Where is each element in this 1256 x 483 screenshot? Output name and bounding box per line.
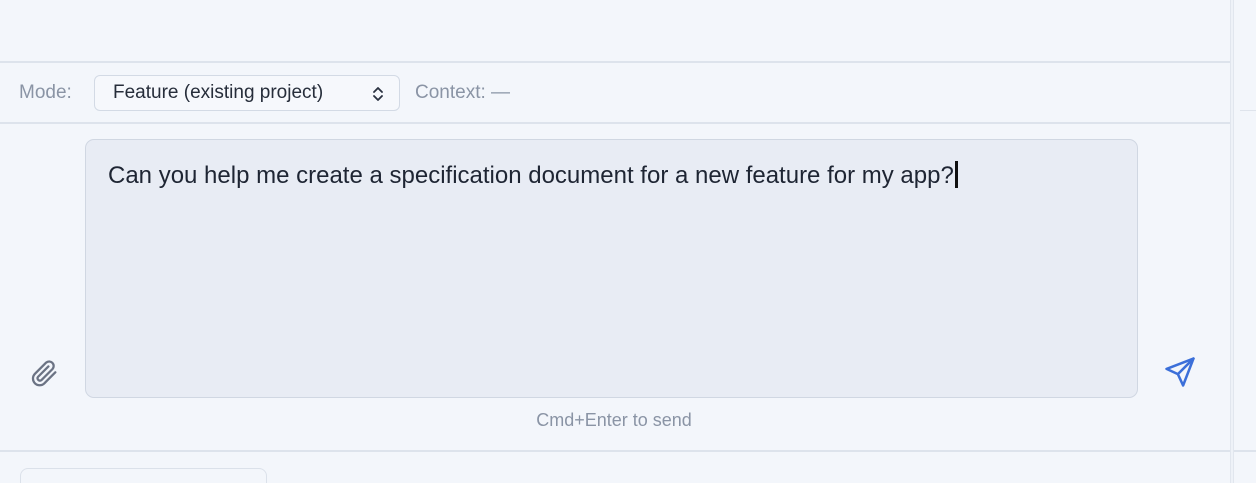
send-icon xyxy=(1165,357,1195,387)
divider-top xyxy=(0,61,1230,63)
attach-button[interactable] xyxy=(28,357,60,389)
bottom-panel-tab[interactable] xyxy=(20,468,267,483)
send-button[interactable] xyxy=(1162,355,1198,389)
text-caret xyxy=(954,161,958,188)
message-text: Can you help me create a specification d… xyxy=(108,162,954,189)
chat-panel: Mode: Feature (existing project) Context… xyxy=(0,0,1256,483)
send-shortcut-hint: Cmd+Enter to send xyxy=(536,410,692,430)
context-indicator: Context: — xyxy=(415,82,511,103)
mode-label: Mode: xyxy=(19,82,72,103)
mode-select[interactable]: Feature (existing project) xyxy=(94,75,400,111)
chevron-up-down-icon xyxy=(373,87,383,101)
message-input[interactable]: Can you help me create a specification d… xyxy=(85,139,1138,398)
pane-divider-tick xyxy=(1240,110,1256,111)
pane-resize-handle[interactable] xyxy=(1230,0,1234,483)
divider-mid xyxy=(0,122,1230,124)
divider-bottom xyxy=(0,450,1256,452)
paperclip-icon xyxy=(31,360,57,387)
mode-select-value: Feature (existing project) xyxy=(113,82,324,103)
